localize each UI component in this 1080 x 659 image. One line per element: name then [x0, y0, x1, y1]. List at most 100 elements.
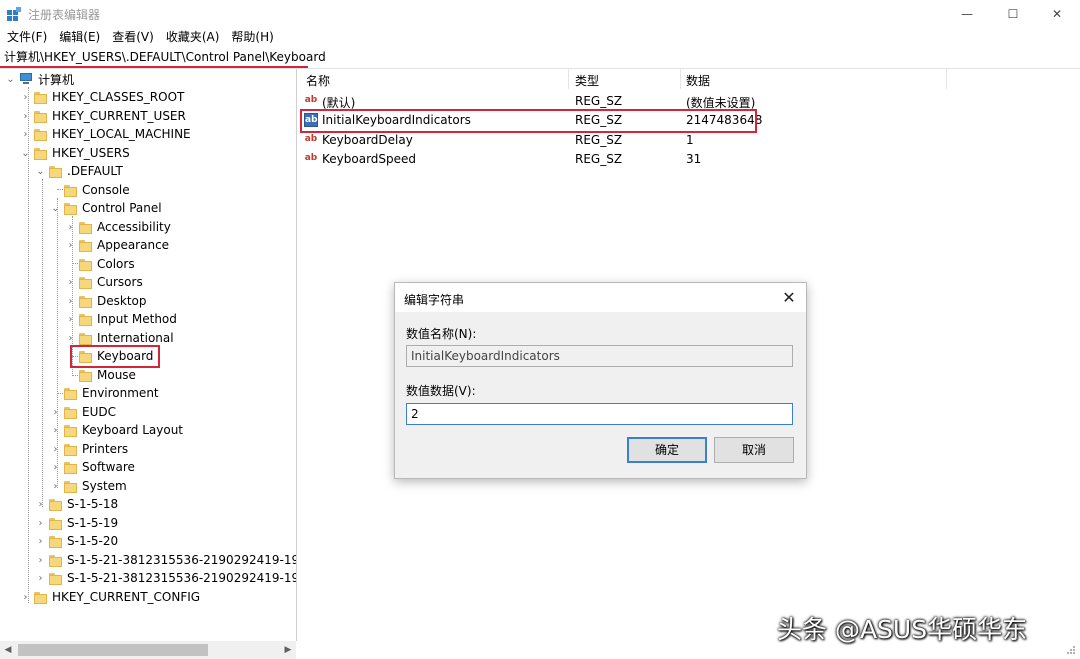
value-data-input[interactable]: 2	[406, 403, 793, 425]
chevron-right-icon[interactable]: ›	[20, 588, 31, 606]
tree-item-s-1-5-21-a[interactable]: › S-1-5-21-3812315536-2190292419-197124	[35, 551, 297, 569]
chevron-right-icon[interactable]: ›	[35, 532, 46, 550]
chevron-right-icon[interactable]: ›	[35, 514, 46, 532]
string-value-icon: ab	[304, 95, 318, 105]
tree-item-console[interactable]: Console	[50, 181, 130, 199]
tree-item-desktop[interactable]: › Desktop	[65, 292, 147, 310]
tree-item-hkey-local-machine[interactable]: › HKEY_LOCAL_MACHINE	[20, 125, 191, 143]
folder-icon	[79, 313, 92, 326]
cancel-button[interactable]: 取消	[714, 437, 794, 463]
tree-item-hkey-current-user[interactable]: › HKEY_CURRENT_USER	[20, 107, 186, 125]
scrollbar-thumb[interactable]	[18, 644, 208, 656]
address-path[interactable]: 计算机\HKEY_USERS\.DEFAULT\Control Panel\Ke…	[4, 49, 326, 65]
column-separator[interactable]	[568, 69, 569, 89]
dialog-close-button[interactable]: ✕	[777, 286, 801, 308]
menu-help[interactable]: 帮助(H)	[224, 28, 278, 47]
tree-item-eudc[interactable]: › EUDC	[50, 403, 116, 421]
chevron-down-icon[interactable]: ⌄	[20, 144, 31, 162]
title-bar: 注册表编辑器 — ☐ ✕	[0, 0, 1080, 28]
menu-view[interactable]: 查看(V)	[105, 28, 159, 47]
tree-item-environment[interactable]: Environment	[50, 384, 159, 402]
menu-file[interactable]: 文件(F)	[0, 28, 52, 47]
menu-edit[interactable]: 编辑(E)	[52, 28, 105, 47]
chevron-down-icon[interactable]: ⌄	[35, 162, 46, 180]
tree-item-software[interactable]: › Software	[50, 458, 135, 476]
ok-button[interactable]: 确定	[627, 437, 707, 463]
folder-icon	[79, 295, 92, 308]
chevron-right-icon[interactable]: ›	[50, 440, 61, 458]
column-separator[interactable]	[946, 69, 947, 89]
folder-icon	[64, 480, 77, 493]
tree-item-s-1-5-18[interactable]: › S-1-5-18	[35, 495, 119, 513]
chevron-right-icon[interactable]: ›	[65, 218, 76, 236]
folder-icon	[49, 165, 62, 178]
tree-item-default[interactable]: ⌄ .DEFAULT	[35, 162, 123, 180]
close-button[interactable]: ✕	[1034, 0, 1080, 28]
tree-item-label: Keyboard Layout	[82, 423, 184, 437]
tree-item-keyboard-layout[interactable]: › Keyboard Layout	[50, 421, 184, 439]
value-row[interactable]: ab KeyboardDelay REG_SZ 1	[300, 131, 1080, 150]
column-header-data[interactable]: 数据	[686, 72, 710, 89]
chevron-right-icon[interactable]: ›	[35, 495, 46, 513]
tree-item-input-method[interactable]: › Input Method	[65, 310, 177, 328]
tree-item-label: S-1-5-21-3812315536-2190292419-197124	[67, 553, 296, 567]
minimize-button[interactable]: —	[944, 0, 990, 28]
tree-item-colors[interactable]: Colors	[65, 255, 135, 273]
tree-guide-line	[28, 87, 29, 603]
tree-item-system[interactable]: › System	[50, 477, 127, 495]
registry-tree[interactable]: ⌄ 计算机 › HKEY_CLASSES_ROOT › HKEY_CURRENT…	[0, 69, 297, 641]
chevron-right-icon[interactable]: ›	[65, 273, 76, 291]
folder-icon	[34, 147, 47, 160]
chevron-right-icon[interactable]: ›	[65, 310, 76, 328]
watermark: 头条 @ASUS华硕华东	[777, 615, 1028, 644]
tree-item-control-panel[interactable]: ⌄ Control Panel	[50, 199, 161, 217]
folder-icon	[79, 332, 92, 345]
tree-horizontal-scrollbar[interactable]: ◀ ▶	[0, 641, 296, 659]
tree-item-s-1-5-20[interactable]: › S-1-5-20	[35, 532, 119, 550]
chevron-right-icon[interactable]: ›	[65, 292, 76, 310]
tree-item-label: HKEY_CLASSES_ROOT	[52, 90, 185, 104]
chevron-down-icon[interactable]: ⌄	[5, 70, 16, 88]
tree-item-hkey-classes-root[interactable]: › HKEY_CLASSES_ROOT	[20, 88, 185, 106]
tree-item-computer[interactable]: ⌄ 计算机	[5, 70, 74, 88]
tree-item-hkey-current-config[interactable]: › HKEY_CURRENT_CONFIG	[20, 588, 201, 606]
folder-icon	[49, 535, 62, 548]
tree-item-label: EUDC	[82, 405, 116, 419]
chevron-right-icon[interactable]: ›	[35, 569, 46, 587]
tree-item-cursors[interactable]: › Cursors	[65, 273, 143, 291]
tree-item-s-1-5-19[interactable]: › S-1-5-19	[35, 514, 119, 532]
column-separator[interactable]	[680, 69, 681, 89]
chevron-right-icon[interactable]: ›	[50, 477, 61, 495]
chevron-right-icon[interactable]: ›	[50, 421, 61, 439]
chevron-right-icon[interactable]: ›	[65, 236, 76, 254]
maximize-button[interactable]: ☐	[990, 0, 1036, 28]
folder-icon	[64, 443, 77, 456]
resize-grip-icon[interactable]	[1066, 645, 1076, 655]
value-data: 31	[686, 152, 702, 166]
tree-item-label: Input Method	[97, 312, 177, 326]
tree-item-printers[interactable]: › Printers	[50, 440, 129, 458]
value-row[interactable]: ab KeyboardSpeed REG_SZ 31	[300, 150, 1080, 169]
chevron-right-icon[interactable]: ›	[35, 551, 46, 569]
menu-favorites[interactable]: 收藏夹(A)	[159, 28, 225, 47]
chevron-right-icon[interactable]: ›	[20, 125, 31, 143]
close-icon: ✕	[1051, 7, 1063, 21]
tree-item-accessibility[interactable]: › Accessibility	[65, 218, 171, 236]
tree-item-hkey-users[interactable]: ⌄ HKEY_USERS	[20, 144, 129, 162]
chevron-right-icon[interactable]: ›	[20, 88, 31, 106]
column-header-name[interactable]: 名称	[306, 72, 330, 89]
tree-item-s-1-5-21-b[interactable]: › S-1-5-21-3812315536-2190292419-197124	[35, 569, 297, 587]
address-bar[interactable]: 计算机\HKEY_USERS\.DEFAULT\Control Panel\Ke…	[0, 47, 1080, 69]
chevron-right-icon[interactable]: ›	[20, 107, 31, 125]
scroll-right-icon[interactable]: ▶	[280, 641, 296, 659]
tree-item-mouse[interactable]: Mouse	[65, 366, 136, 384]
chevron-right-icon[interactable]: ›	[50, 458, 61, 476]
column-header-type[interactable]: 类型	[575, 72, 599, 89]
chevron-down-icon[interactable]: ⌄	[50, 199, 61, 217]
tree-item-label: Printers	[82, 442, 129, 456]
tree-item-appearance[interactable]: › Appearance	[65, 236, 170, 254]
scroll-left-icon[interactable]: ◀	[0, 641, 16, 659]
chevron-right-icon[interactable]: ›	[50, 403, 61, 421]
folder-icon	[79, 276, 92, 289]
dialog-title: 编辑字符串	[404, 293, 465, 307]
